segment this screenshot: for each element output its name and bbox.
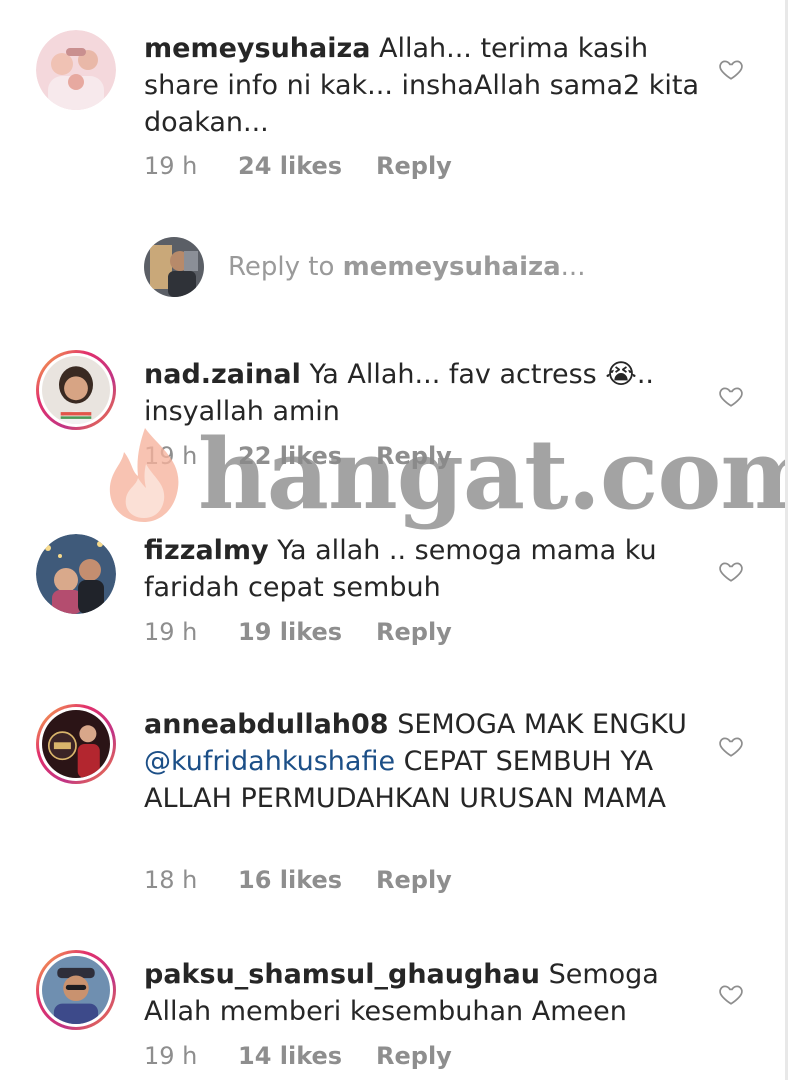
comment-body: paksu_shamsul_ghaughau Semoga Allah memb… <box>144 956 704 1030</box>
comment-body: fizzalmy Ya allah .. semoga mama ku fari… <box>144 532 704 606</box>
comment-meta: 18 h 16 likes Reply <box>144 866 452 894</box>
comment-meta: 19 h 24 likes Reply <box>144 152 452 180</box>
comment-time: 19 h <box>144 1042 198 1070</box>
avatar[interactable] <box>36 30 116 110</box>
avatar[interactable] <box>36 704 116 784</box>
comment-likes[interactable]: 22 likes <box>238 442 376 470</box>
comment-time: 19 h <box>144 618 198 646</box>
comment-username[interactable]: anneabdullah08 <box>144 709 389 740</box>
reply-suffix: ... <box>560 252 586 282</box>
comment-meta: 19 h 14 likes Reply <box>144 1042 452 1070</box>
reply-prefix: Reply to <box>228 252 343 282</box>
reply-button[interactable]: Reply <box>376 1042 452 1070</box>
flame-icon <box>109 428 179 522</box>
avatar[interactable] <box>36 950 116 1030</box>
comment-username[interactable]: nad.zainal <box>144 359 301 390</box>
heart-outline-icon[interactable] <box>718 733 744 759</box>
avatar-photo <box>36 30 116 110</box>
watermark-text: hangat.com <box>198 418 788 531</box>
reply-composer[interactable]: Reply to memeysuhaiza... <box>144 236 585 298</box>
comment-username[interactable]: paksu_shamsul_ghaughau <box>144 959 540 990</box>
comment-username[interactable]: memeysuhaiza <box>144 33 370 64</box>
heart-outline-icon[interactable] <box>718 56 744 82</box>
comment-body: nad.zainal Ya Allah... fav actress 😭.. i… <box>144 356 704 430</box>
comment-time: 19 h <box>144 442 198 470</box>
comment-time: 19 h <box>144 152 198 180</box>
avatar-photo <box>36 534 116 614</box>
reply-button[interactable]: Reply <box>376 618 452 646</box>
reply-button[interactable]: Reply <box>376 866 452 894</box>
avatar-photo <box>42 356 110 424</box>
watermark: hangat.com <box>98 420 788 530</box>
comment-likes[interactable]: 16 likes <box>238 866 376 894</box>
heart-outline-icon[interactable] <box>718 383 744 409</box>
reply-button[interactable]: Reply <box>376 152 452 180</box>
comment-username[interactable]: fizzalmy <box>144 535 269 566</box>
comment-likes[interactable]: 24 likes <box>238 152 376 180</box>
comment-time: 18 h <box>144 866 198 894</box>
avatar[interactable] <box>36 534 116 614</box>
avatar[interactable] <box>36 350 116 430</box>
avatar-photo <box>42 956 110 1024</box>
comment-likes[interactable]: 19 likes <box>238 618 376 646</box>
heart-outline-icon[interactable] <box>718 558 744 584</box>
avatar <box>144 237 204 297</box>
avatar-photo <box>42 710 110 778</box>
mention-link[interactable]: @kufridahkushafie <box>144 746 395 777</box>
reply-button[interactable]: Reply <box>376 442 452 470</box>
heart-outline-icon[interactable] <box>718 981 744 1007</box>
reply-username: memeysuhaiza <box>342 252 561 282</box>
comment-body: anneabdullah08 SEMOGA MAK ENGKU @kufrida… <box>144 706 704 817</box>
comment-meta: 19 h 19 likes Reply <box>144 618 452 646</box>
comment-text: SEMOGA MAK ENGKU <box>388 709 687 740</box>
reply-input[interactable]: Reply to memeysuhaiza... <box>228 252 585 282</box>
comment-meta: 19 h 22 likes Reply <box>144 442 452 470</box>
comment-likes[interactable]: 14 likes <box>238 1042 376 1070</box>
comment-body: memeysuhaiza Allah... terima kasih share… <box>144 30 704 141</box>
